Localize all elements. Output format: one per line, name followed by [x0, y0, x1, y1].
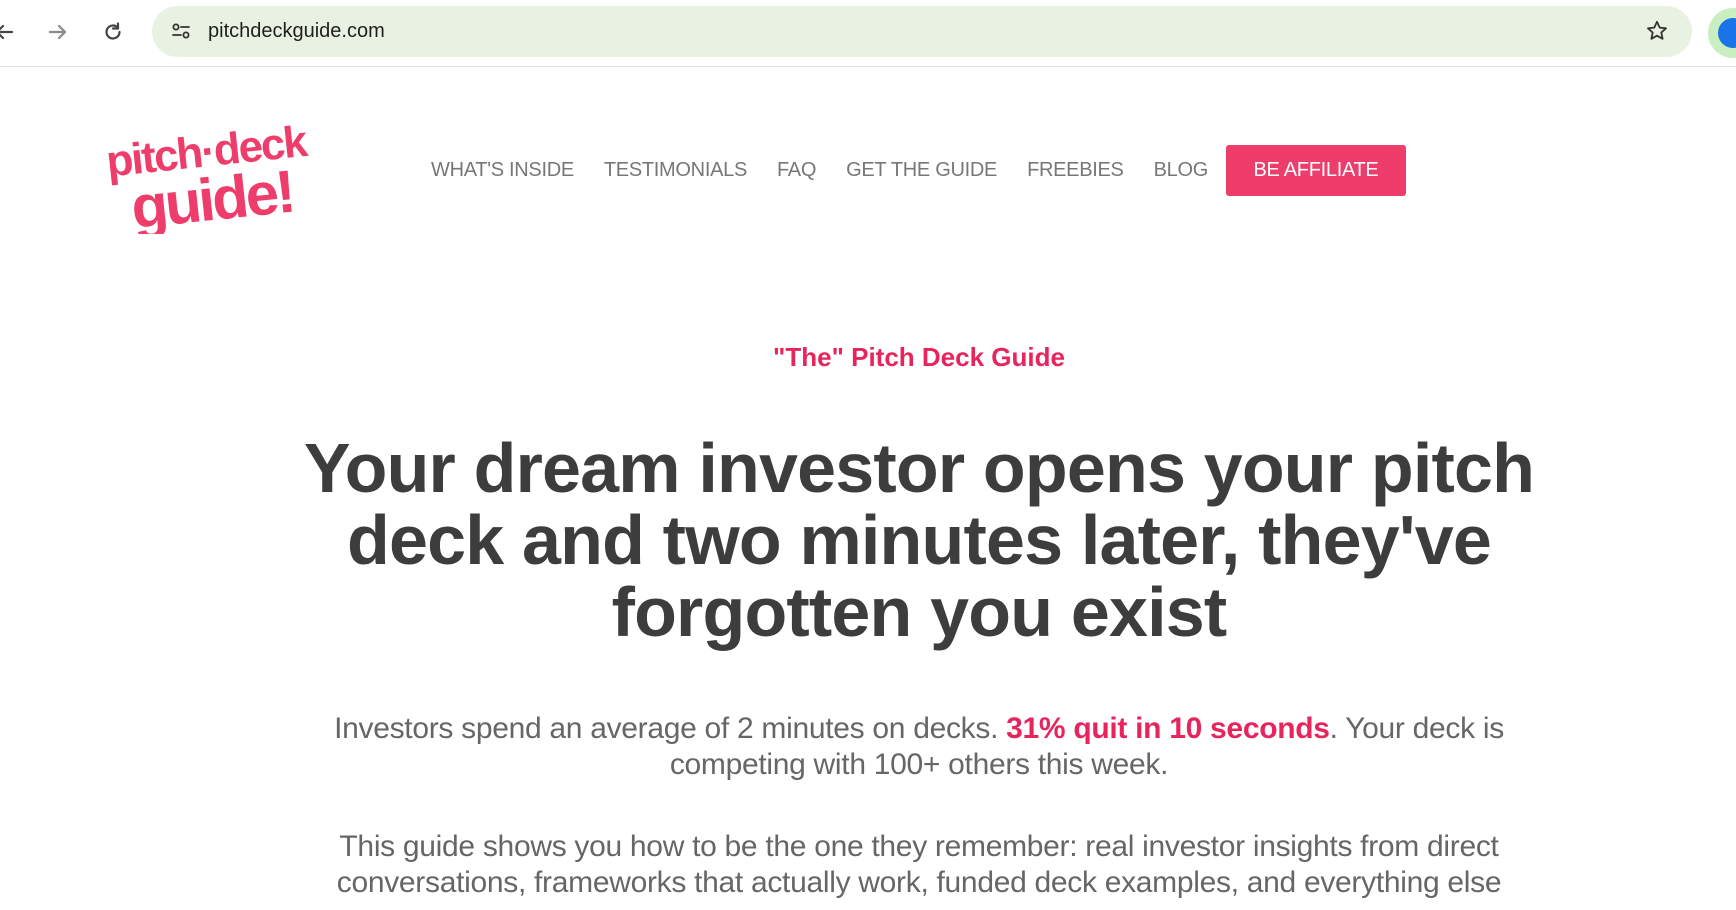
- bookmark-button[interactable]: [1640, 14, 1674, 48]
- site-logo[interactable]: pitch·deck guide!: [104, 106, 354, 242]
- hero-subheadline-highlight: 31% quit in 10 seconds: [1006, 712, 1330, 745]
- pitch-deck-guide-logo: pitch·deck guide!: [104, 117, 311, 242]
- site-settings-icon: [172, 23, 190, 39]
- reload-icon: [105, 22, 121, 40]
- hero-eyebrow: "The" Pitch Deck Guide: [773, 342, 1065, 372]
- hero-description: This guide shows you how to be the one t…: [336, 830, 1502, 899]
- hero-subheadline: Investors spend an average of 2 minutes …: [300, 711, 1538, 783]
- back-button[interactable]: [0, 14, 22, 50]
- reload-button[interactable]: [95, 14, 131, 50]
- browser-toolbar: pitchdeckguide.com: [0, 0, 1736, 67]
- hero-subheadline-start: Investors spend an average of 2 minutes …: [334, 712, 1007, 745]
- hero-headline: Your dream investor opens your pitch dec…: [303, 429, 1535, 651]
- star-icon: [1647, 20, 1667, 40]
- site-navigation: WHAT'S INSIDE TESTIMONIALS FAQ GET THE G…: [431, 145, 1238, 195]
- be-affiliate-button[interactable]: BE AFFILIATE: [1226, 145, 1406, 196]
- address-bar[interactable]: pitchdeckguide.com: [152, 6, 1692, 57]
- url-text[interactable]: pitchdeckguide.com: [208, 6, 385, 57]
- back-arrow-icon: [0, 24, 14, 40]
- nav-link-blog[interactable]: BLOG: [1154, 159, 1209, 182]
- nav-link-get-the-guide[interactable]: GET THE GUIDE: [846, 159, 997, 182]
- forward-arrow-icon: [48, 24, 67, 40]
- nav-link-faq[interactable]: FAQ: [777, 159, 816, 182]
- nav-link-testimonials[interactable]: TESTIMONIALS: [604, 159, 747, 182]
- site-info-button[interactable]: [164, 14, 198, 48]
- nav-link-freebies[interactable]: FREEBIES: [1027, 159, 1124, 182]
- forward-button[interactable]: [40, 14, 76, 50]
- nav-link-whats-inside[interactable]: WHAT'S INSIDE: [431, 159, 574, 182]
